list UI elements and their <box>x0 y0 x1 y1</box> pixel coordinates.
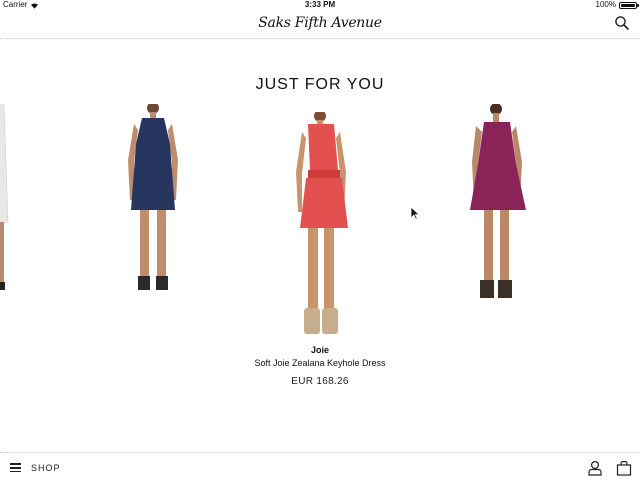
brand-logo[interactable]: Saks Fifth Avenue <box>0 15 640 31</box>
battery-icon <box>619 1 639 9</box>
status-time: 3:33 PM <box>304 0 336 9</box>
battery-percent: 100% <box>595 0 616 9</box>
shop-menu-button[interactable]: SHOP <box>10 461 61 475</box>
shopping-bag-icon <box>616 460 632 476</box>
product-card-partial[interactable] <box>0 104 12 304</box>
search-icon <box>615 16 629 30</box>
shopping-bag-button[interactable] <box>616 460 632 481</box>
status-bar: Carrier 3:33 PM 100% <box>0 0 640 10</box>
bottom-bar: SHOP <box>0 452 640 481</box>
product-brand: Joie <box>310 345 329 355</box>
search-button[interactable] <box>614 15 630 31</box>
mouse-cursor-icon <box>410 206 420 220</box>
battery-indicator: 100% <box>595 0 639 10</box>
section-title: JUST FOR YOU <box>255 76 385 93</box>
shop-menu-label: SHOP <box>31 462 61 473</box>
product-image <box>0 104 9 290</box>
product-image <box>296 112 348 334</box>
product-image <box>128 104 178 290</box>
product-name: Soft Joie Zealana Keyhole Dress <box>254 358 386 368</box>
product-card[interactable] <box>466 104 530 304</box>
product-card-selected[interactable] <box>292 112 354 338</box>
product-card[interactable] <box>120 104 186 296</box>
product-image <box>470 104 526 298</box>
hamburger-icon <box>10 461 21 475</box>
app-header: Saks Fifth Avenue <box>0 10 640 39</box>
product-info[interactable]: Joie Soft Joie Zealana Keyhole Dress EUR… <box>0 345 640 387</box>
account-button[interactable] <box>587 460 603 481</box>
account-icon <box>588 460 602 476</box>
product-price: EUR 168.26 <box>291 376 349 387</box>
